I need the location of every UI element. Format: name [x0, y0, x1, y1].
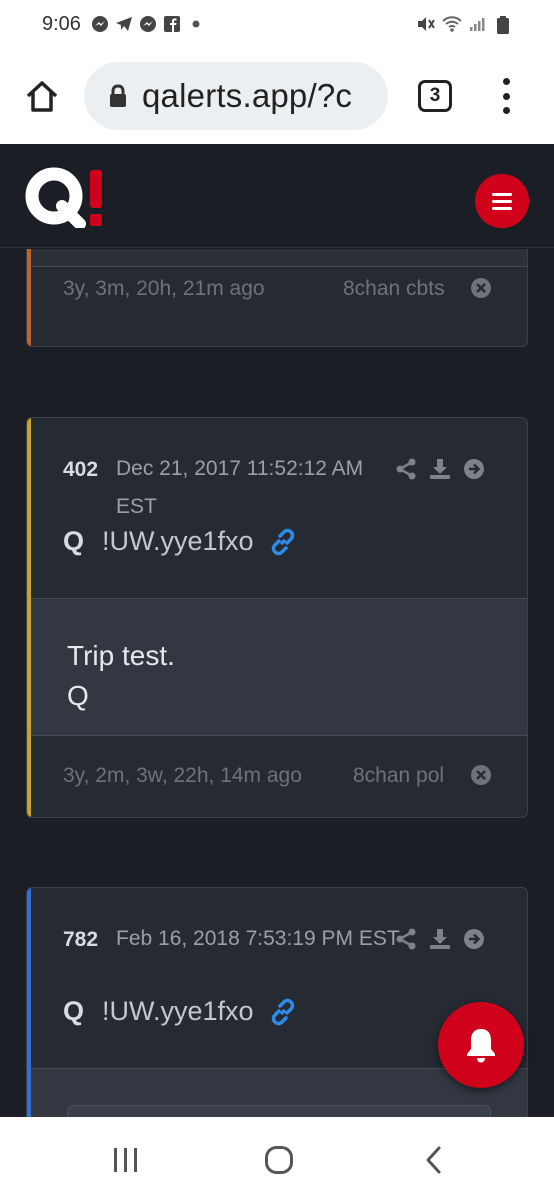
- download-icon[interactable]: [429, 458, 451, 480]
- url-text: qalerts.app/?c: [142, 77, 353, 114]
- browser-toolbar: qalerts.app/?c 3: [0, 48, 554, 144]
- system-navigation-bar: [0, 1117, 554, 1200]
- share-icon[interactable]: [395, 458, 417, 480]
- facebook-icon: [163, 15, 181, 33]
- notifications-button[interactable]: [438, 1002, 524, 1088]
- messenger-icon: [91, 15, 109, 33]
- post-card: 3y, 3m, 20h, 21m ago 8chan cbts: [26, 249, 528, 347]
- post-body: Trip test. Q: [31, 598, 527, 736]
- bell-icon: [467, 1029, 495, 1063]
- home-circle-icon: [265, 1146, 293, 1174]
- lock-icon: [110, 84, 126, 107]
- post-date: Dec 21, 2017 11:52:12 AM EST: [116, 457, 364, 518]
- post-number: 402: [63, 458, 99, 481]
- system-icons: [416, 15, 512, 34]
- messenger-icon: [139, 15, 157, 33]
- post-source: 8chan pol: [353, 764, 445, 787]
- browser-menu-button[interactable]: [500, 78, 512, 114]
- site-menu-button[interactable]: [475, 174, 529, 228]
- post-body-line: Trip test.: [67, 640, 175, 671]
- post-actions: [395, 458, 485, 480]
- post-tripcode: !UW.yye1fxo: [102, 526, 254, 556]
- status-time: 9:06: [42, 12, 81, 35]
- download-icon[interactable]: [429, 928, 451, 950]
- site-header: [0, 144, 554, 248]
- dot-icon: [187, 15, 205, 33]
- post-quote-box: [67, 1105, 491, 1117]
- status-bar: 9:06: [0, 0, 554, 48]
- signal-icon: [468, 15, 486, 33]
- post-body-text: Trip test. Q: [67, 636, 175, 716]
- wifi-icon: [442, 15, 462, 33]
- post-body-line: Q: [67, 680, 89, 711]
- post-author-line: Q !UW.yye1fxo: [63, 996, 298, 1027]
- posts-feed[interactable]: 3y, 3m, 20h, 21m ago 8chan cbts 402 Dec …: [0, 249, 554, 1117]
- post-tripcode: !UW.yye1fxo: [102, 996, 254, 1026]
- post-author: Q: [63, 526, 85, 556]
- recents-icon: [114, 1148, 137, 1172]
- post-age: 3y, 2m, 3w, 22h, 14m ago: [63, 764, 302, 787]
- post-age: 3y, 3m, 20h, 21m ago: [63, 277, 265, 300]
- site-logo[interactable]: [24, 166, 108, 233]
- battery-icon: [494, 15, 512, 34]
- post-author-line: Q !UW.yye1fxo: [63, 526, 298, 557]
- arrow-right-circle-icon[interactable]: [463, 928, 485, 950]
- post-card: 782 Feb 16, 2018 7:53:19 PM EST Q !UW.yy…: [26, 887, 528, 1117]
- post-body: [31, 249, 527, 267]
- tab-switcher-button[interactable]: 3: [418, 80, 452, 112]
- arrow-right-circle-icon[interactable]: [463, 458, 485, 480]
- post-date: Feb 16, 2018 7:53:19 PM EST: [116, 927, 400, 950]
- back-nav-button[interactable]: [424, 1145, 444, 1180]
- home-icon: [26, 81, 58, 112]
- mute-icon: [416, 15, 435, 33]
- recent-apps-button[interactable]: [112, 1147, 140, 1178]
- close-icon[interactable]: [470, 277, 492, 299]
- home-button[interactable]: [24, 78, 60, 114]
- post-source: 8chan cbts: [343, 277, 445, 300]
- post-number: 782: [63, 928, 99, 951]
- post-card: 402 Dec 21, 2017 11:52:12 AM EST Q !UW.y…: [26, 417, 528, 818]
- link-icon[interactable]: [268, 997, 298, 1027]
- post-actions: [395, 928, 485, 950]
- link-icon[interactable]: [268, 527, 298, 557]
- home-nav-button[interactable]: [264, 1145, 294, 1180]
- notification-icons: [91, 15, 205, 33]
- close-icon[interactable]: [470, 764, 492, 786]
- telegram-icon: [115, 15, 133, 33]
- hamburger-icon: [492, 192, 512, 196]
- address-bar[interactable]: qalerts.app/?c: [84, 62, 388, 130]
- post-author: Q: [63, 996, 85, 1026]
- share-icon[interactable]: [395, 928, 417, 950]
- back-icon: [426, 1146, 441, 1174]
